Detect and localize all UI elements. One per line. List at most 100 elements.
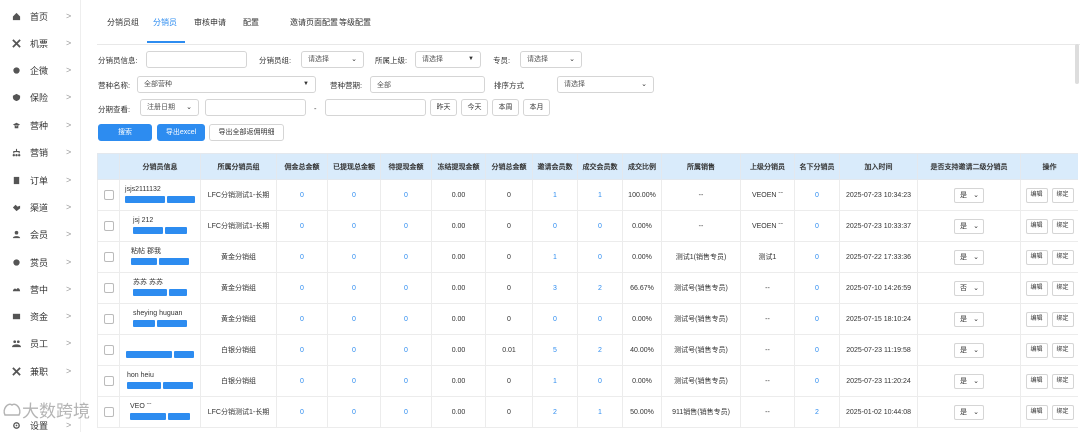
row-checkbox[interactable] — [103, 345, 114, 355]
bind-button[interactable]: 绑定 — [1051, 404, 1074, 420]
support-invite-select[interactable]: 是 ⌄ — [954, 249, 984, 265]
commission-total-cell[interactable]: 0 — [276, 303, 328, 335]
edit-button[interactable]: 编辑 — [1025, 342, 1048, 358]
sidebar-item-8[interactable]: 会员 > — [0, 224, 80, 244]
invited-members-cell[interactable]: 3 — [532, 272, 578, 304]
table-row[interactable]: jsjs2111132 LFC分销测试1-长期 0 0 0 0.00 0 1 1 100.00%… — [97, 179, 1078, 211]
commission-total-cell[interactable]: 0 — [276, 210, 328, 242]
support-invite-select[interactable]: 是 ⌄ — [954, 187, 984, 203]
sidebar-item-11[interactable]: 资金 > — [0, 306, 80, 326]
deal-members-cell[interactable]: 0 — [577, 241, 623, 273]
edit-button[interactable]: 编辑 — [1025, 249, 1048, 265]
sidebar-item-7[interactable]: 渠道 > — [0, 197, 80, 217]
camp-period-input[interactable] — [370, 76, 485, 93]
bind-button[interactable]: 绑定 — [1051, 342, 1074, 358]
row-checkbox[interactable] — [103, 190, 114, 200]
subordinates-cell[interactable]: 2 — [794, 396, 840, 428]
row-checkbox[interactable] — [103, 376, 114, 386]
deal-members-cell[interactable]: 0 — [577, 365, 623, 397]
invited-members-cell[interactable]: 2 — [532, 396, 578, 428]
table-row[interactable]: jsj 212 LFC分销测试1-长期 0 0 0 0.00 0 0 0 0.00% -- VEOE… — [97, 210, 1078, 242]
yesterday-button[interactable]: 昨天 — [430, 99, 457, 116]
deal-members-cell[interactable]: 1 — [577, 396, 623, 428]
deal-members-cell[interactable]: 2 — [577, 334, 623, 366]
search-button[interactable]: 搜索 — [98, 124, 152, 141]
pending-withdraw-cell[interactable]: 0 — [380, 272, 432, 304]
table-row[interactable]: 白银分销组 0 0 0 0.00 0.01 5 2 40.00% 测试号(销售专员) -- 0 2025… — [97, 334, 1078, 366]
sidebar-item-2[interactable]: 企微 > — [0, 60, 80, 80]
commission-total-cell[interactable]: 0 — [276, 272, 328, 304]
support-invite-select[interactable]: 是 ⌄ — [954, 404, 984, 420]
invited-members-cell[interactable]: 1 — [532, 365, 578, 397]
group-select[interactable]: 请选择 ⌄ — [301, 51, 364, 68]
support-invite-select[interactable]: 否 ⌄ — [954, 280, 984, 296]
sidebar-item-5[interactable]: 营销 > — [0, 142, 80, 162]
sidebar-item-1[interactable]: 机票 > — [0, 33, 80, 53]
pending-withdraw-cell[interactable]: 0 — [380, 334, 432, 366]
invited-members-cell[interactable]: 1 — [532, 241, 578, 273]
row-checkbox[interactable] — [103, 221, 114, 231]
invited-members-cell[interactable]: 1 — [532, 179, 578, 211]
table-row[interactable]: VEO ˉˉ LFC分销测试1-长期 0 0 0 0.00 0 2 1 50.00% 911销售(… — [97, 396, 1078, 428]
support-invite-select[interactable]: 是 ⌄ — [954, 218, 984, 234]
end-date-input[interactable] — [325, 99, 426, 116]
table-row[interactable]: 苏苏 苏苏 黄金分销组 0 0 0 0.00 0 3 2 66.67% 测试号(销售专员) -- 0 2… — [97, 272, 1078, 304]
commission-total-cell[interactable]: 0 — [276, 241, 328, 273]
superior-select[interactable]: 请选择 ▼ — [415, 51, 481, 68]
pending-withdraw-cell[interactable]: 0 — [380, 396, 432, 428]
commission-total-cell[interactable]: 0 — [276, 396, 328, 428]
pending-withdraw-cell[interactable]: 0 — [380, 179, 432, 211]
today-button[interactable]: 今天 — [461, 99, 488, 116]
deal-members-cell[interactable]: 0 — [577, 210, 623, 242]
pending-withdraw-cell[interactable]: 0 — [380, 241, 432, 273]
period-type-select[interactable]: 注册日期 ⌄ — [140, 99, 199, 116]
sidebar-item-3[interactable]: 保险 > — [0, 87, 80, 107]
bind-button[interactable]: 绑定 — [1051, 187, 1074, 203]
support-invite-select[interactable]: 是 ⌄ — [954, 373, 984, 389]
tab-distributor[interactable]: 分销员 — [153, 17, 177, 28]
tab-review-application[interactable]: 审核申请 — [194, 17, 226, 28]
camp-name-select[interactable]: 全部营种 ▼ — [137, 76, 316, 93]
this-month-button[interactable]: 本月 — [523, 99, 550, 116]
sidebar-item-12[interactable]: 员工 > — [0, 333, 80, 353]
support-invite-select[interactable]: 是 ⌄ — [954, 342, 984, 358]
withdrawn-total-cell[interactable]: 0 — [327, 210, 381, 242]
tab-distributor-group[interactable]: 分销员组 — [107, 17, 139, 28]
subordinates-cell[interactable]: 0 — [794, 365, 840, 397]
subordinates-cell[interactable]: 0 — [794, 303, 840, 335]
sort-select[interactable]: 请选择 ⌄ — [557, 76, 654, 93]
deal-members-cell[interactable]: 2 — [577, 272, 623, 304]
sidebar-item-6[interactable]: 订单 > — [0, 170, 80, 190]
withdrawn-total-cell[interactable]: 0 — [327, 303, 381, 335]
start-date-input[interactable] — [205, 99, 306, 116]
subordinates-cell[interactable]: 0 — [794, 210, 840, 242]
withdrawn-total-cell[interactable]: 0 — [327, 396, 381, 428]
bind-button[interactable]: 绑定 — [1051, 311, 1074, 327]
commission-total-cell[interactable]: 0 — [276, 179, 328, 211]
support-invite-select[interactable]: 是 ⌄ — [954, 311, 984, 327]
withdrawn-total-cell[interactable]: 0 — [327, 365, 381, 397]
sidebar-item-0[interactable]: 首页 > — [0, 6, 80, 26]
tab-config[interactable]: 配置 — [243, 17, 259, 28]
info-input[interactable] — [146, 51, 247, 68]
deal-members-cell[interactable]: 1 — [577, 179, 623, 211]
tab-invite-page-config[interactable]: 邀请页面配置 — [290, 17, 338, 28]
page-scrollbar[interactable] — [1075, 44, 1079, 84]
withdrawn-total-cell[interactable]: 0 — [327, 272, 381, 304]
edit-button[interactable]: 编辑 — [1025, 311, 1048, 327]
subordinates-cell[interactable]: 0 — [794, 241, 840, 273]
edit-button[interactable]: 编辑 — [1025, 280, 1048, 296]
subordinates-cell[interactable]: 0 — [794, 272, 840, 304]
pending-withdraw-cell[interactable]: 0 — [380, 210, 432, 242]
invited-members-cell[interactable]: 0 — [532, 210, 578, 242]
commission-total-cell[interactable]: 0 — [276, 365, 328, 397]
invited-members-cell[interactable]: 5 — [532, 334, 578, 366]
edit-button[interactable]: 编辑 — [1025, 404, 1048, 420]
edit-button[interactable]: 编辑 — [1025, 218, 1048, 234]
table-row[interactable]: hon heiu 白银分销组 0 0 0 0.00 0 1 0 0.00% 测试号(销售专员) --… — [97, 365, 1078, 397]
subordinates-cell[interactable]: 0 — [794, 334, 840, 366]
edit-button[interactable]: 编辑 — [1025, 373, 1048, 389]
commission-total-cell[interactable]: 0 — [276, 334, 328, 366]
sidebar-item-13[interactable]: 兼职 > — [0, 361, 80, 381]
export-all-commission-button[interactable]: 导出全部返佣明细 — [209, 124, 284, 141]
